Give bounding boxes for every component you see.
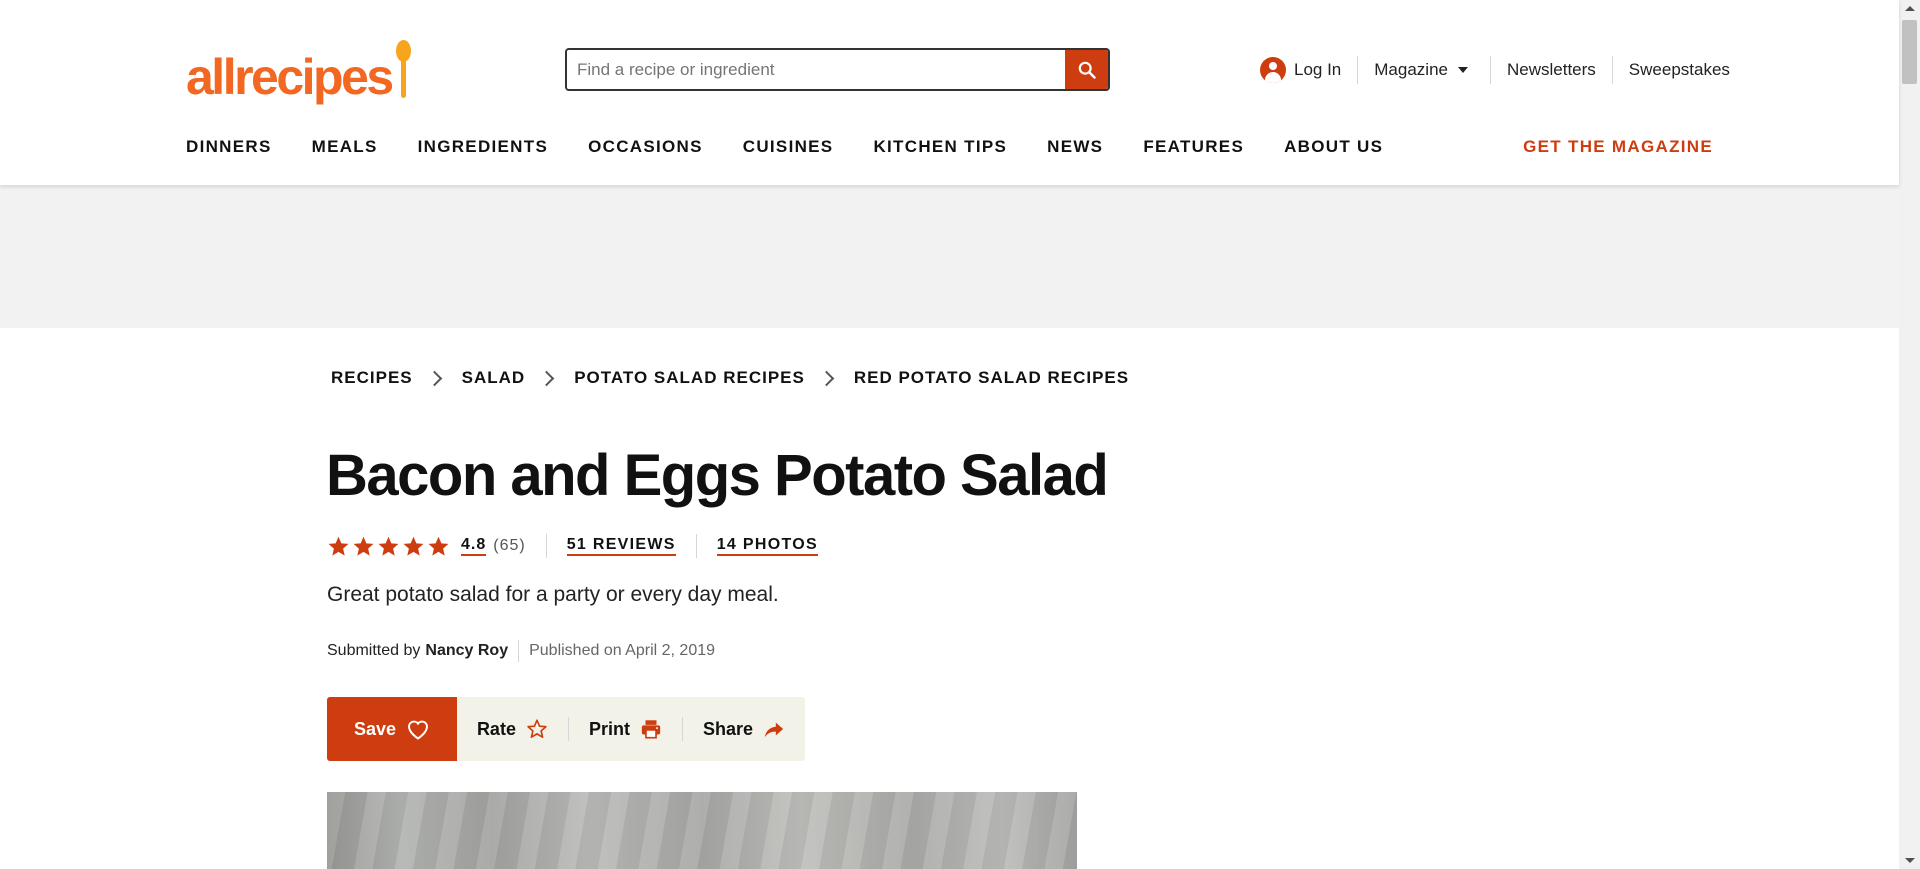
user-icon — [1260, 57, 1286, 83]
chevron-down-icon — [1457, 67, 1468, 73]
divider — [545, 534, 547, 558]
recipe-hero-image — [327, 792, 1077, 869]
submitted-by-label: Submitted by — [327, 642, 421, 659]
star-icon — [403, 536, 424, 556]
published-date: Published on April 2, 2019 — [529, 642, 716, 659]
nav-item-occasions[interactable]: OCCASIONS — [588, 137, 703, 157]
print-button[interactable]: Print — [569, 697, 682, 761]
main-nav: DINNERS MEALS INGREDIENTS OCCASIONS CUIS… — [186, 137, 1423, 157]
star-icon — [353, 536, 374, 556]
rating-count: (65) — [493, 537, 526, 554]
nav-item-cuisines[interactable]: CUISINES — [743, 137, 834, 157]
nav-item-news[interactable]: NEWS — [1047, 137, 1103, 157]
magazine-dropdown[interactable]: Magazine — [1357, 56, 1484, 84]
star-icon — [328, 536, 349, 556]
reviews-link[interactable]: 51 REVIEWS — [566, 536, 676, 556]
print-label: Print — [588, 718, 630, 739]
rate-label: Rate — [476, 718, 516, 739]
allrecipes-logo[interactable]: allrecipes — [186, 38, 415, 102]
sweepstakes-link[interactable]: Sweepstakes — [1611, 56, 1746, 84]
login-label: Log In — [1294, 60, 1342, 79]
chevron-right-icon — [426, 370, 442, 386]
login-link[interactable]: Log In — [1260, 56, 1357, 84]
rating-value[interactable]: 4.8 — [461, 536, 487, 556]
breadcrumb-salad[interactable]: SALAD — [462, 368, 526, 388]
star-icon — [428, 536, 449, 556]
divider — [695, 534, 697, 558]
magazine-label: Magazine — [1374, 60, 1448, 79]
rating-row: 4.8 (65) 51 REVIEWS 14 PHOTOS — [327, 533, 818, 559]
search-button[interactable] — [1065, 50, 1108, 89]
search-input[interactable] — [567, 50, 1065, 89]
breadcrumb: RECIPES SALAD POTATO SALAD RECIPES RED P… — [331, 368, 1129, 388]
star-rating[interactable] — [327, 535, 452, 558]
page-scrollbar[interactable] — [1899, 0, 1920, 869]
page-title: Bacon and Eggs Potato Salad — [326, 443, 1109, 508]
breadcrumb-recipes[interactable]: RECIPES — [331, 368, 413, 388]
star-icon — [378, 536, 399, 556]
save-button[interactable]: Save — [327, 697, 457, 761]
recipe-description: Great potato salad for a party or every … — [327, 583, 779, 606]
spoon-icon — [393, 38, 415, 102]
nav-item-meals[interactable]: MEALS — [312, 137, 378, 157]
recipe-action-bar: Save Rate Print Share — [327, 697, 805, 761]
nav-item-ingredients[interactable]: INGREDIENTS — [418, 137, 548, 157]
site-header: allrecipes Log In Magazine Newsletters S… — [0, 0, 1899, 185]
chevron-right-icon — [538, 370, 555, 386]
search-icon — [1078, 61, 1096, 79]
scroll-up-arrow-icon[interactable] — [1905, 6, 1915, 11]
breadcrumb-red-potato-salad[interactable]: RED POTATO SALAD RECIPES — [854, 368, 1129, 388]
nav-item-features[interactable]: FEATURES — [1143, 137, 1244, 157]
chevron-right-icon — [818, 370, 835, 386]
star-outline-icon — [527, 719, 547, 738]
nav-item-kitchen-tips[interactable]: KITCHEN TIPS — [873, 137, 1007, 157]
logo-wordmark: allrecipes — [186, 49, 394, 105]
byline: Submitted by Nancy Roy Published on Apri… — [327, 640, 715, 662]
share-button[interactable]: Share — [683, 697, 805, 761]
get-magazine-link[interactable]: GET THE MAGAZINE — [1523, 137, 1713, 157]
heart-icon — [408, 720, 429, 740]
breadcrumb-potato-salad[interactable]: POTATO SALAD RECIPES — [574, 368, 805, 388]
newsletters-label: Newsletters — [1506, 60, 1596, 79]
sweepstakes-label: Sweepstakes — [1628, 60, 1730, 79]
photos-link[interactable]: 14 PHOTOS — [716, 536, 818, 556]
rate-button[interactable]: Rate — [457, 697, 568, 761]
save-label: Save — [354, 718, 397, 739]
nav-item-dinners[interactable]: DINNERS — [186, 137, 272, 157]
printer-icon — [641, 720, 661, 739]
search-bar — [565, 48, 1110, 91]
newsletters-link[interactable]: Newsletters — [1489, 56, 1612, 84]
divider — [518, 640, 520, 662]
scroll-thumb[interactable] — [1902, 20, 1917, 84]
author-link[interactable]: Nancy Roy — [425, 642, 508, 660]
utility-nav: Log In Magazine Newsletters Sweepstakes — [1260, 50, 1746, 90]
nav-item-about-us[interactable]: ABOUT US — [1284, 137, 1383, 157]
share-label: Share — [702, 718, 753, 739]
scroll-down-arrow-icon[interactable] — [1905, 858, 1915, 863]
ad-placeholder — [0, 185, 1899, 328]
share-arrow-icon — [764, 722, 784, 738]
